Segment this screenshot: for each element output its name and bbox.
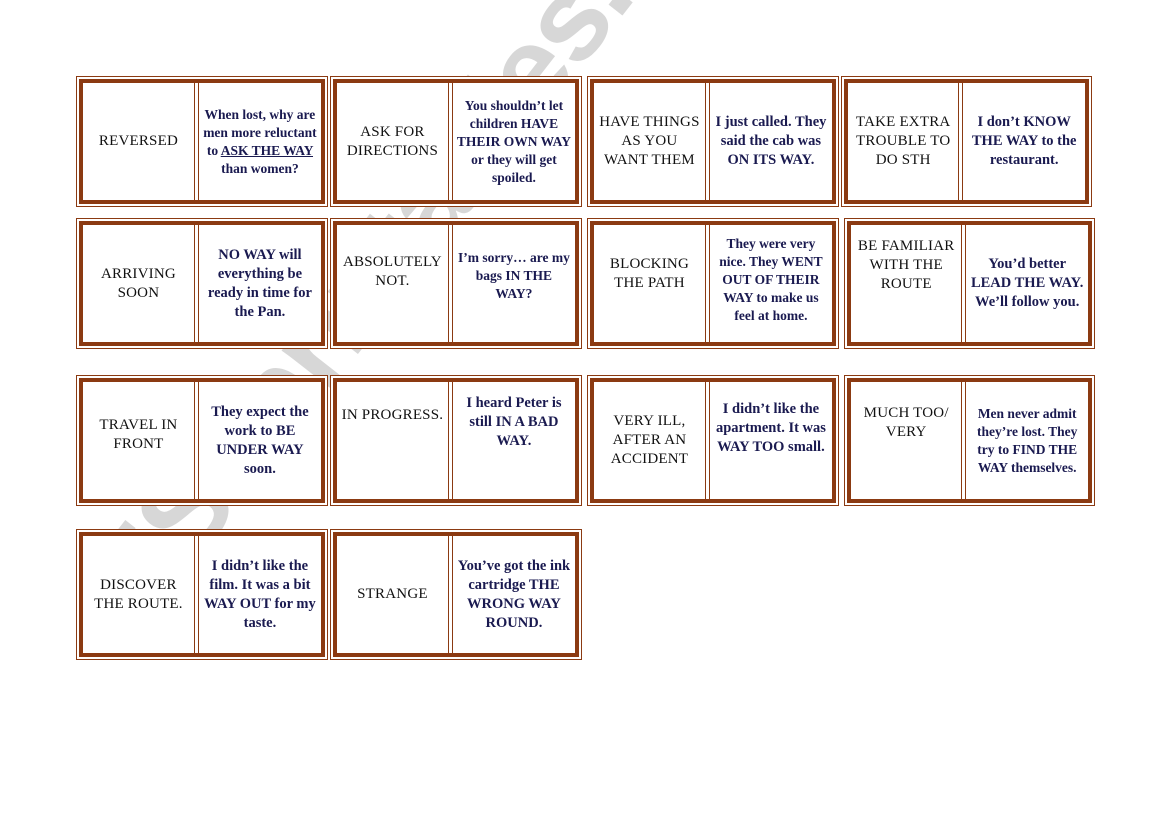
card-term: TRAVEL IN FRONT bbox=[99, 417, 178, 452]
card-term-cell: REVERSED bbox=[83, 83, 195, 200]
domino-card: ASK FOR DIRECTIONS You shouldn’t let chi… bbox=[330, 76, 582, 207]
card-term-cell: BLOCKING THE PATH bbox=[594, 225, 706, 342]
domino-card: TRAVEL IN FRONT They expect the work to … bbox=[76, 375, 328, 506]
card-term: REVERSED bbox=[98, 133, 178, 149]
card-sentence-cell: I don’t KNOW THE WAY to the restaurant. bbox=[962, 83, 1085, 200]
card-term: BE FAMILIAR WITH THE ROUTE bbox=[857, 238, 955, 292]
card-frame: ABSOLUTELY NOT. I’m sorry… are my bags I… bbox=[333, 221, 579, 346]
card-sentence-cell: They expect the work to BE UNDER WAY soo… bbox=[197, 382, 321, 499]
domino-card: TAKE EXTRA TROUBLE TO DO STH I don’t KNO… bbox=[841, 76, 1092, 207]
card-sentence-cell: When lost, why are men more reluctant to… bbox=[197, 83, 321, 200]
card-term-cell: STRANGE bbox=[337, 536, 449, 653]
card-sentence: You’d better LEAD THE WAY. We’ll follow … bbox=[970, 256, 1084, 310]
card-sentence: When lost, why are men more reluctant to… bbox=[203, 106, 317, 178]
card-term: HAVE THINGS AS YOU WANT THEM bbox=[599, 114, 700, 168]
domino-card: IN PROGRESS. I heard Peter is still IN A… bbox=[330, 375, 582, 506]
card-sentence-cell: You’d better LEAD THE WAY. We’ll follow … bbox=[965, 225, 1088, 342]
card-frame: TAKE EXTRA TROUBLE TO DO STH I don’t KNO… bbox=[844, 79, 1089, 204]
card-term-cell: ARRIVING SOON bbox=[83, 225, 195, 342]
card-term: MUCH TOO/ VERY bbox=[863, 405, 949, 440]
card-term: IN PROGRESS. bbox=[341, 407, 444, 423]
card-sentence: NO WAY will everything be ready in time … bbox=[207, 246, 312, 320]
card-term: ABSOLUTELY NOT. bbox=[343, 254, 442, 289]
card-sentence-cell: I heard Peter is still IN A BAD WAY. bbox=[451, 382, 575, 499]
card-sentence-cell: You shouldn’t let children HAVE THEIR OW… bbox=[451, 83, 575, 200]
card-frame: TRAVEL IN FRONT They expect the work to … bbox=[79, 378, 325, 503]
card-frame: VERY ILL, AFTER AN ACCIDENT I didn’t lik… bbox=[590, 378, 836, 503]
card-term-cell: HAVE THINGS AS YOU WANT THEM bbox=[594, 83, 706, 200]
card-frame: ASK FOR DIRECTIONS You shouldn’t let chi… bbox=[333, 79, 579, 204]
card-term-cell: MUCH TOO/ VERY bbox=[851, 382, 963, 499]
card-term-cell: ABSOLUTELY NOT. bbox=[337, 225, 449, 342]
card-frame: IN PROGRESS. I heard Peter is still IN A… bbox=[333, 378, 579, 503]
domino-card: BE FAMILIAR WITH THE ROUTE You’d better … bbox=[844, 218, 1095, 349]
card-sentence: I didn’t like the film. It was a bit WAY… bbox=[204, 557, 316, 631]
domino-card: VERY ILL, AFTER AN ACCIDENT I didn’t lik… bbox=[587, 375, 839, 506]
card-sentence-cell: Men never admit they’re lost. They try t… bbox=[965, 382, 1088, 499]
card-frame: STRANGE You’ve got the ink cartridge THE… bbox=[333, 532, 579, 657]
card-frame: DISCOVER THE ROUTE. I didn’t like the fi… bbox=[79, 532, 325, 657]
card-term-cell: BE FAMILIAR WITH THE ROUTE bbox=[851, 225, 963, 342]
sentence-part: than women? bbox=[221, 160, 299, 176]
card-sentence-cell: I didn’t like the apartment. It was WAY … bbox=[708, 382, 832, 499]
card-sentence: I heard Peter is still IN A BAD WAY. bbox=[466, 395, 562, 449]
domino-card: REVERSED When lost, why are men more rel… bbox=[76, 76, 328, 207]
card-sentence: You’ve got the ink cartridge THE WRONG W… bbox=[457, 557, 571, 631]
card-frame: REVERSED When lost, why are men more rel… bbox=[79, 79, 325, 204]
card-sentence-cell: I’m sorry… are my bags IN THE WAY? bbox=[451, 225, 575, 342]
card-frame: ARRIVING SOON NO WAY will everything be … bbox=[79, 221, 325, 346]
domino-card: ABSOLUTELY NOT. I’m sorry… are my bags I… bbox=[330, 218, 582, 349]
card-frame: BE FAMILIAR WITH THE ROUTE You’d better … bbox=[847, 221, 1092, 346]
card-term-cell: DISCOVER THE ROUTE. bbox=[83, 536, 195, 653]
card-term: STRANGE bbox=[357, 586, 428, 602]
card-sentence: Men never admit they’re lost. They try t… bbox=[977, 405, 1078, 475]
card-sentence: They were very nice. They WENT OUT OF TH… bbox=[719, 236, 823, 323]
card-sentence: You shouldn’t let children HAVE THEIR OW… bbox=[456, 97, 571, 185]
card-term-cell: VERY ILL, AFTER AN ACCIDENT bbox=[594, 382, 706, 499]
card-term: VERY ILL, AFTER AN ACCIDENT bbox=[610, 413, 689, 467]
card-term: BLOCKING THE PATH bbox=[609, 256, 689, 291]
card-sentence-cell: I just called. They said the cab was ON … bbox=[708, 83, 832, 200]
card-frame: MUCH TOO/ VERY Men never admit they’re l… bbox=[847, 378, 1092, 503]
underlined-phrase: ASK THE WAY bbox=[220, 142, 314, 158]
card-term: ARRIVING SOON bbox=[100, 265, 176, 301]
card-term-cell: TAKE EXTRA TROUBLE TO DO STH bbox=[848, 83, 960, 200]
card-sentence: I’m sorry… are my bags IN THE WAY? bbox=[458, 250, 570, 301]
card-frame: BLOCKING THE PATH They were very nice. T… bbox=[590, 221, 836, 346]
card-sentence-cell: You’ve got the ink cartridge THE WRONG W… bbox=[451, 536, 575, 653]
card-sentence-cell: NO WAY will everything be ready in time … bbox=[197, 225, 321, 342]
card-sentence: I just called. They said the cab was ON … bbox=[715, 114, 827, 168]
card-term: TAKE EXTRA TROUBLE TO DO STH bbox=[855, 114, 951, 168]
card-term: ASK FOR DIRECTIONS bbox=[346, 123, 439, 159]
card-sentence: I didn’t like the apartment. It was WAY … bbox=[715, 401, 826, 455]
card-sentence: They expect the work to BE UNDER WAY soo… bbox=[211, 403, 309, 477]
domino-card: ARRIVING SOON NO WAY will everything be … bbox=[76, 218, 328, 349]
card-frame: HAVE THINGS AS YOU WANT THEM I just call… bbox=[590, 79, 836, 204]
domino-card: HAVE THINGS AS YOU WANT THEM I just call… bbox=[587, 76, 839, 207]
card-term-cell: IN PROGRESS. bbox=[337, 382, 449, 499]
domino-card: MUCH TOO/ VERY Men never admit they’re l… bbox=[844, 375, 1095, 506]
card-term-cell: ASK FOR DIRECTIONS bbox=[337, 83, 449, 200]
card-term-cell: TRAVEL IN FRONT bbox=[83, 382, 195, 499]
domino-card: BLOCKING THE PATH They were very nice. T… bbox=[587, 218, 839, 349]
card-sentence: I don’t KNOW THE WAY to the restaurant. bbox=[971, 114, 1077, 168]
domino-card: STRANGE You’ve got the ink cartridge THE… bbox=[330, 529, 582, 660]
card-sentence-cell: I didn’t like the film. It was a bit WAY… bbox=[197, 536, 321, 653]
card-sentence-cell: They were very nice. They WENT OUT OF TH… bbox=[708, 225, 832, 342]
domino-card: DISCOVER THE ROUTE. I didn’t like the fi… bbox=[76, 529, 328, 660]
card-term: DISCOVER THE ROUTE. bbox=[94, 576, 183, 612]
